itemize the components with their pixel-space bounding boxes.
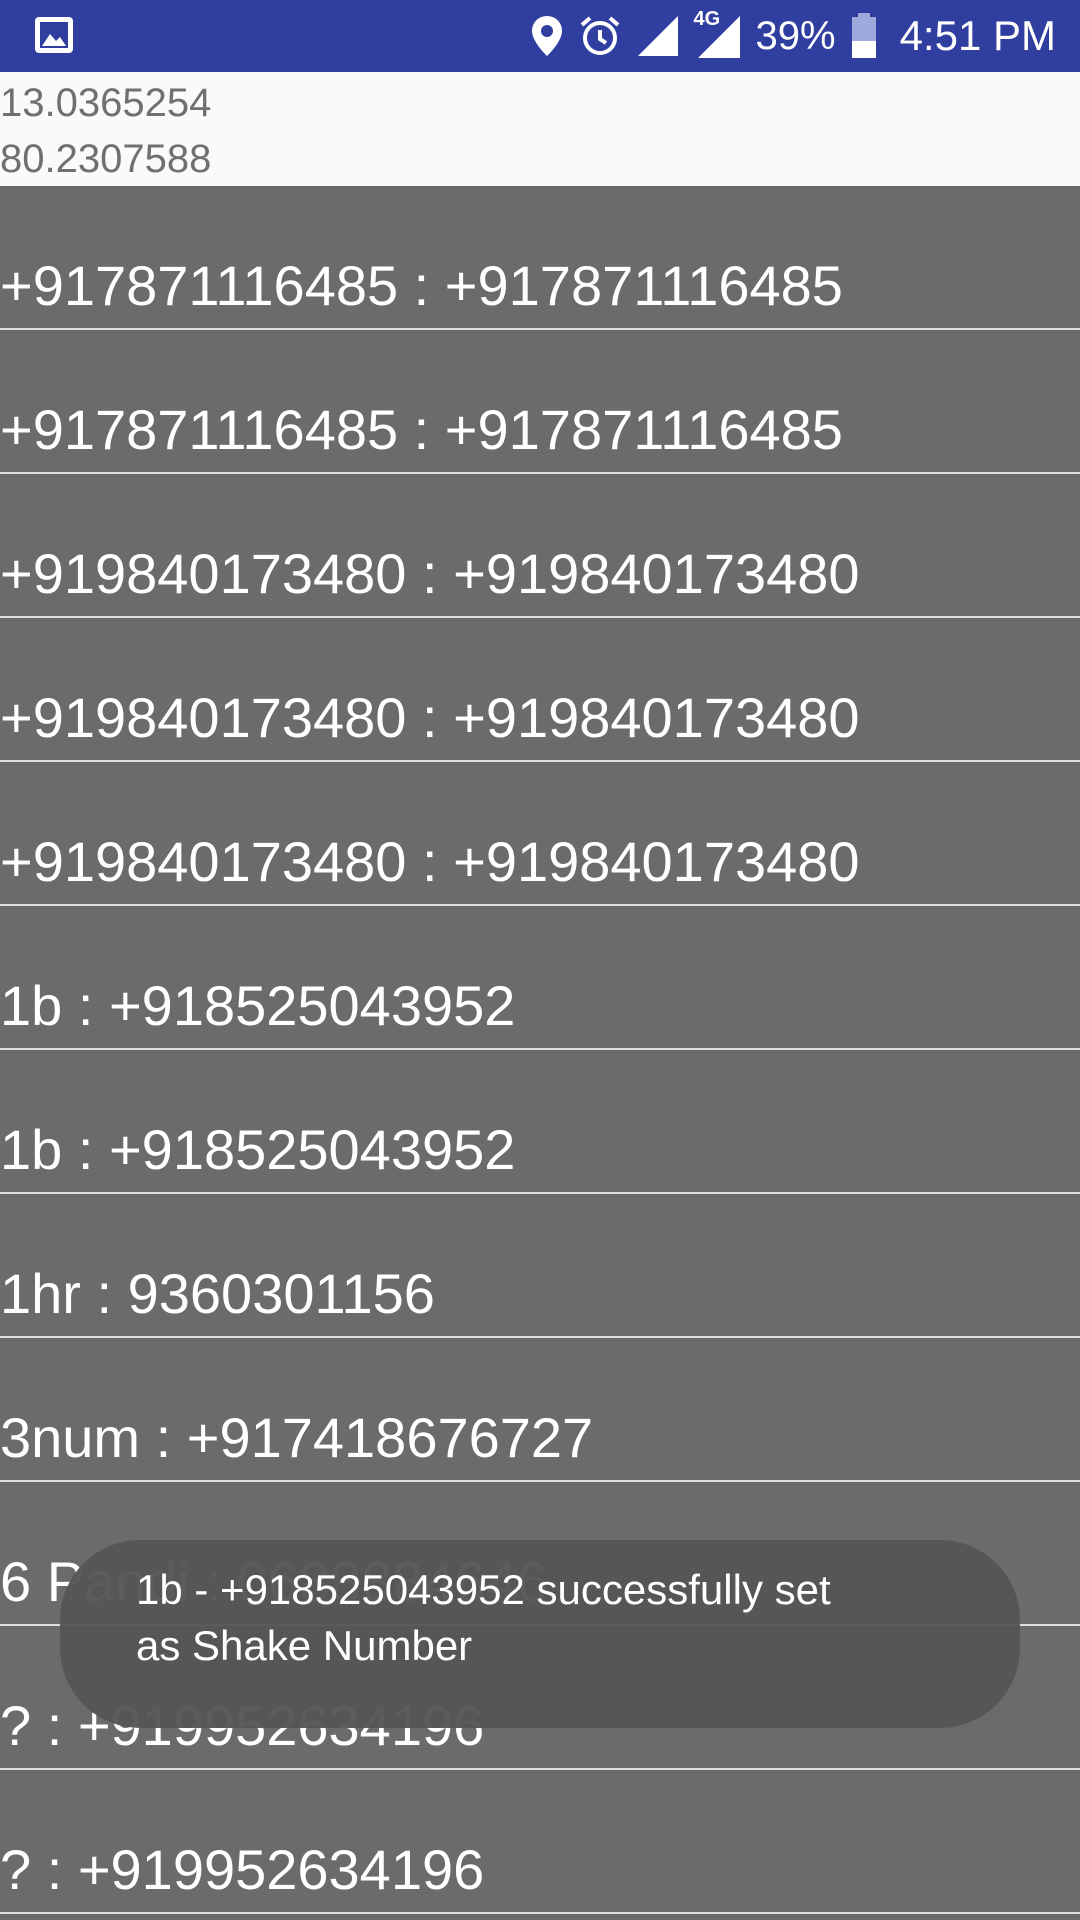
battery-icon — [851, 13, 876, 58]
toast-message: 1b - +918525043952 successfully set as S… — [136, 1566, 831, 1669]
contact-list-item[interactable]: +919840173480 : +919840173480 — [0, 762, 1080, 906]
alarm-icon — [580, 16, 619, 55]
contact-list-item[interactable]: +917871116485 : +917871116485 — [0, 186, 1080, 330]
contact-label: 1hr : 9360301156 — [0, 1262, 435, 1325]
contact-label: +919840173480 : +919840173480 — [0, 686, 860, 749]
network-type-label: 4G — [693, 8, 721, 30]
status-icons: 4G 39% 4:51 PM — [530, 0, 1056, 72]
contact-list-item[interactable]: ? : +919952634196 — [0, 1770, 1080, 1914]
contact-list-item[interactable]: 1b : +918525043952 — [0, 906, 1080, 1050]
latitude-text: 13.0365254 — [0, 81, 212, 125]
contact-label: 1b : +918525043952 — [0, 1118, 516, 1181]
contact-label: 1b : +918525043952 — [0, 974, 516, 1037]
contact-list-item[interactable]: 1b : +918525043952 — [0, 1050, 1080, 1194]
contact-list-item[interactable]: 1hr : 9360301156 — [0, 1194, 1080, 1338]
contact-label: +917871116485 : +917871116485 — [0, 398, 843, 461]
signal-icon — [637, 16, 678, 56]
contact-label: 3num : +917418676727 — [0, 1406, 594, 1469]
contact-list-item[interactable]: +919840173480 : +919840173480 — [0, 474, 1080, 618]
contact-label: +917871116485 : +917871116485 — [0, 254, 843, 317]
location-icon — [531, 16, 562, 56]
location-panel: 13.0365254 80.2307588 — [0, 72, 1080, 186]
contact-label: +919840173480 : +919840173480 — [0, 542, 860, 605]
battery-percent: 39% — [755, 13, 836, 58]
gallery-icon — [35, 17, 73, 53]
longitude-text: 80.2307588 — [0, 137, 212, 181]
signal-4g-icon: 4G — [694, 8, 742, 60]
contact-list-item[interactable]: +919840173480 : +919840173480 — [0, 618, 1080, 762]
clock: 4:51 PM — [899, 12, 1056, 59]
contact-label: ? : +919952634196 — [0, 1838, 485, 1901]
status-bar: 4G 39% 4:51 PM — [0, 0, 1080, 72]
toast-notification: 1b - +918525043952 successfully set as S… — [60, 1540, 1020, 1728]
contact-label: +919840173480 : +919840173480 — [0, 830, 860, 893]
contact-list-item[interactable]: 3num : +917418676727 — [0, 1338, 1080, 1482]
contact-list-item[interactable]: +917871116485 : +917871116485 — [0, 330, 1080, 474]
